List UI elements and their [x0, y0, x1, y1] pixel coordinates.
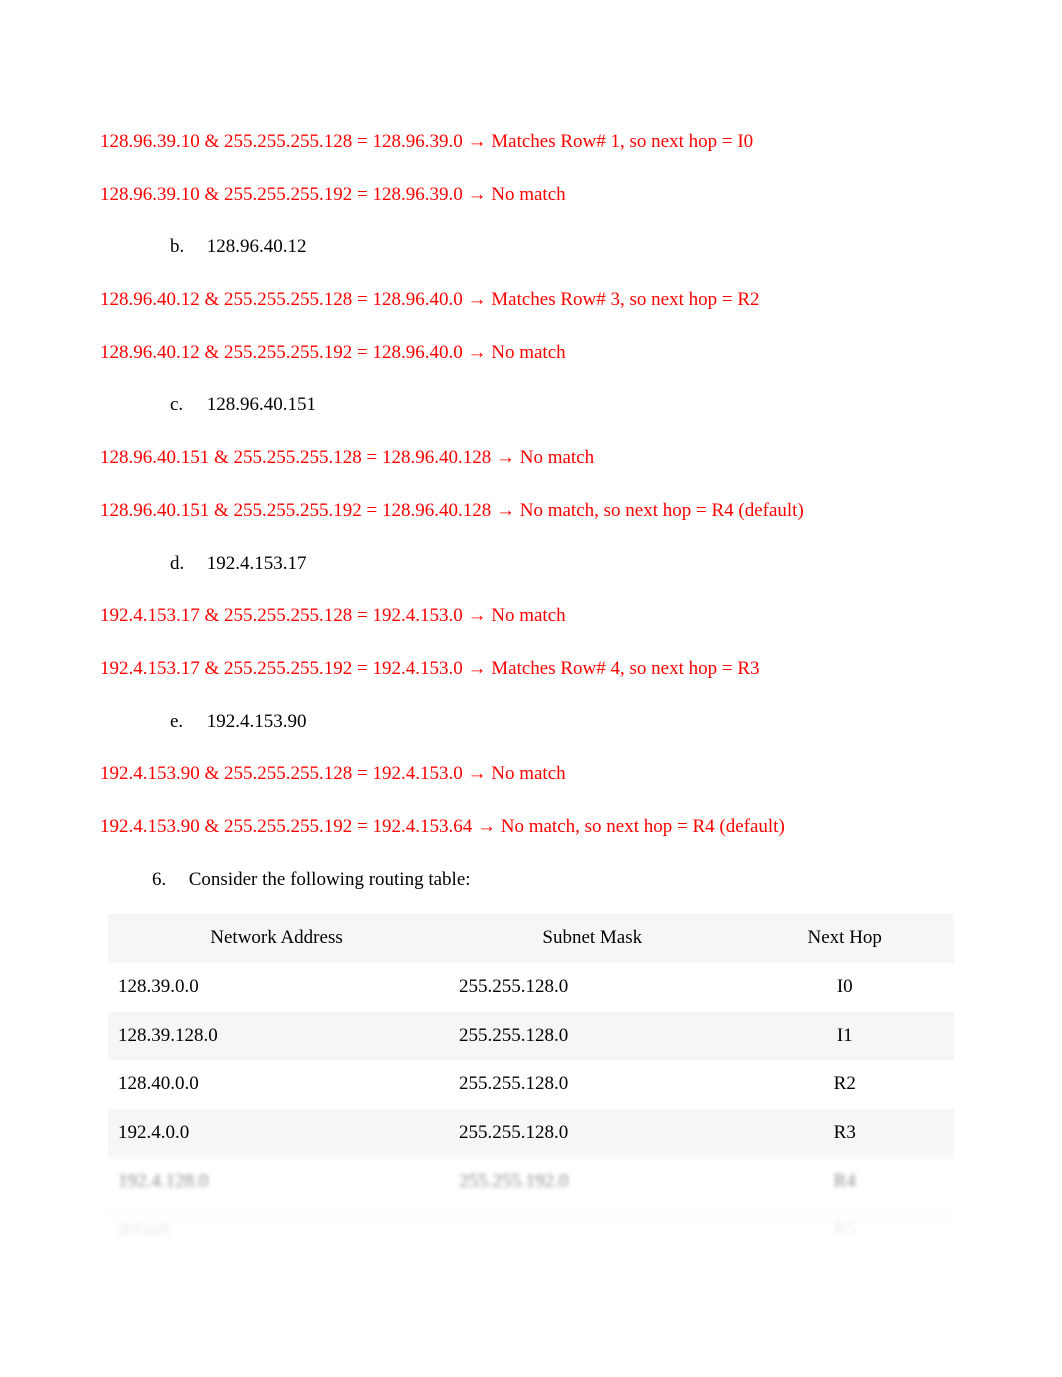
answer-line-c1: 128.96.40.151 & 255.255.255.128 = 128.96… — [100, 446, 962, 471]
cell-subnet-mask: 255.255.128.0 — [449, 1109, 739, 1158]
routing-table-wrap: Network Address Subnet Mask Next Hop 128… — [108, 914, 954, 1255]
table-row: 128.39.0.0 255.255.128.0 I0 — [108, 963, 954, 1012]
answer-line-d2: 192.4.153.17 & 255.255.255.192 = 192.4.1… — [100, 657, 962, 682]
sub-item-d: d. 192.4.153.17 — [100, 552, 962, 577]
sub-item-marker: c. — [170, 393, 202, 418]
answer-line-a2: 128.96.39.10 & 255.255.255.192 = 128.96.… — [100, 183, 962, 208]
cell-network-address: 128.39.128.0 — [108, 1012, 449, 1061]
answer-line-a1: 128.96.39.10 & 255.255.255.128 = 128.96.… — [100, 130, 962, 155]
table-row: 128.39.128.0 255.255.128.0 I1 — [108, 1012, 954, 1061]
sub-item-e: e. 192.4.153.90 — [100, 710, 962, 735]
question-6: 6. Consider the following routing table: — [100, 868, 962, 893]
sub-item-marker: e. — [170, 710, 202, 735]
cell-subnet-mask: 255.255.128.0 — [449, 1060, 739, 1109]
table-row: 192.4.128.0 255.255.192.0 R4 — [108, 1158, 954, 1207]
cell-next-hop: R4 — [739, 1158, 954, 1207]
table-header-row: Network Address Subnet Mask Next Hop — [108, 914, 954, 963]
header-network-address: Network Address — [108, 914, 449, 963]
cell-next-hop: R2 — [739, 1060, 954, 1109]
sub-item-label: 192.4.153.17 — [207, 553, 307, 574]
cell-next-hop: I1 — [739, 1012, 954, 1061]
table-row: default R5 — [108, 1206, 954, 1255]
cell-network-address: default — [108, 1206, 449, 1255]
cell-subnet-mask: 255.255.192.0 — [449, 1158, 739, 1207]
question-label: Consider the following routing table: — [189, 869, 471, 890]
cell-subnet-mask: 255.255.128.0 — [449, 1012, 739, 1061]
sub-item-label: 192.4.153.90 — [207, 711, 307, 732]
header-subnet-mask: Subnet Mask — [449, 914, 739, 963]
header-next-hop: Next Hop — [739, 914, 954, 963]
answer-line-e2: 192.4.153.90 & 255.255.255.192 = 192.4.1… — [100, 815, 962, 840]
sub-item-label: 128.96.40.12 — [207, 236, 307, 257]
sub-item-marker: b. — [170, 235, 202, 260]
question-marker: 6. — [152, 868, 184, 893]
routing-table: Network Address Subnet Mask Next Hop 128… — [108, 914, 954, 1255]
sub-item-label: 128.96.40.151 — [207, 394, 316, 415]
table-row: 192.4.0.0 255.255.128.0 R3 — [108, 1109, 954, 1158]
cell-next-hop: I0 — [739, 963, 954, 1012]
answer-line-b2: 128.96.40.12 & 255.255.255.192 = 128.96.… — [100, 341, 962, 366]
cell-network-address: 128.40.0.0 — [108, 1060, 449, 1109]
cell-subnet-mask — [449, 1206, 739, 1255]
answer-line-b1: 128.96.40.12 & 255.255.255.128 = 128.96.… — [100, 288, 962, 313]
sub-item-marker: d. — [170, 552, 202, 577]
cell-network-address: 192.4.0.0 — [108, 1109, 449, 1158]
cell-next-hop: R3 — [739, 1109, 954, 1158]
table-row: 128.40.0.0 255.255.128.0 R2 — [108, 1060, 954, 1109]
answer-line-c2: 128.96.40.151 & 255.255.255.192 = 128.96… — [100, 499, 962, 524]
answer-line-d1: 192.4.153.17 & 255.255.255.128 = 192.4.1… — [100, 604, 962, 629]
answer-line-e1: 192.4.153.90 & 255.255.255.128 = 192.4.1… — [100, 762, 962, 787]
cell-subnet-mask: 255.255.128.0 — [449, 963, 739, 1012]
cell-network-address: 128.39.0.0 — [108, 963, 449, 1012]
cell-next-hop: R5 — [739, 1206, 954, 1255]
sub-item-b: b. 128.96.40.12 — [100, 235, 962, 260]
sub-item-c: c. 128.96.40.151 — [100, 393, 962, 418]
cell-network-address: 192.4.128.0 — [108, 1158, 449, 1207]
